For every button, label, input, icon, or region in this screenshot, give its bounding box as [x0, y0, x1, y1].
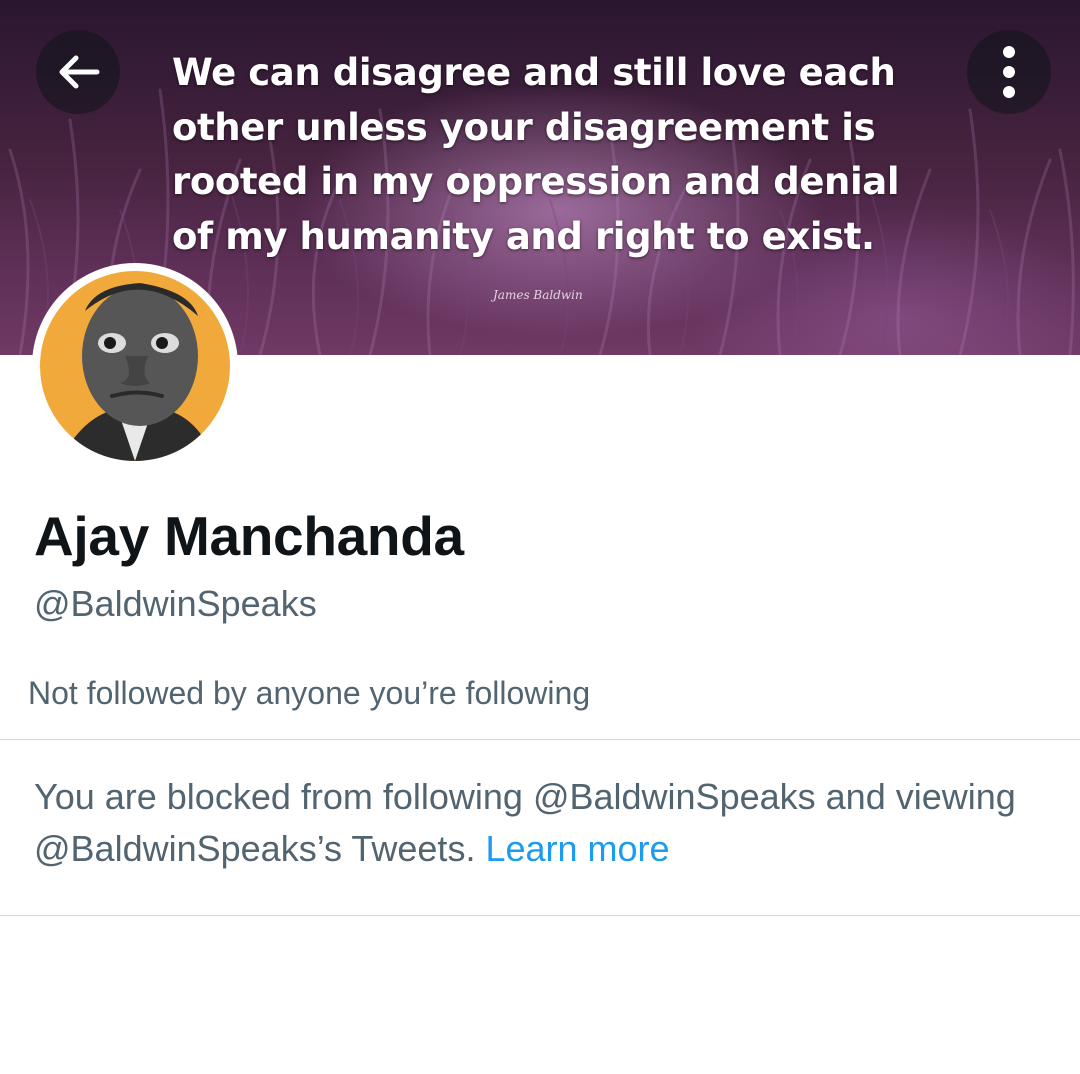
divider — [0, 739, 1080, 740]
banner-quote: We can disagree and still love each othe… — [172, 46, 932, 264]
followed-by-text: Not followed by anyone you’re following — [28, 675, 591, 711]
back-button[interactable] — [36, 30, 120, 114]
banner-quote-line: We can disagree and still love each — [172, 51, 896, 94]
more-vertical-icon — [1003, 46, 1015, 98]
profile-handle: @BaldwinSpeaks — [34, 583, 317, 624]
divider — [0, 915, 1080, 916]
profile-display-name: Ajay Manchanda — [34, 505, 464, 567]
arrow-left-icon — [59, 55, 100, 89]
learn-more-link[interactable]: Learn more — [485, 828, 669, 869]
banner-quote-line: of my humanity and right to exist. — [172, 214, 875, 258]
avatar-image — [40, 271, 230, 461]
profile-page: We can disagree and still love each othe… — [0, 0, 1080, 1074]
banner-attribution: James Baldwin — [493, 288, 583, 302]
banner-quote-line: rooted in my oppression and denial — [172, 160, 900, 203]
avatar[interactable] — [32, 263, 238, 469]
more-options-button[interactable] — [967, 30, 1051, 114]
banner-quote-line: other unless your disagreement is — [172, 105, 876, 149]
blocked-notice: You are blocked from following @BaldwinS… — [34, 771, 1044, 875]
